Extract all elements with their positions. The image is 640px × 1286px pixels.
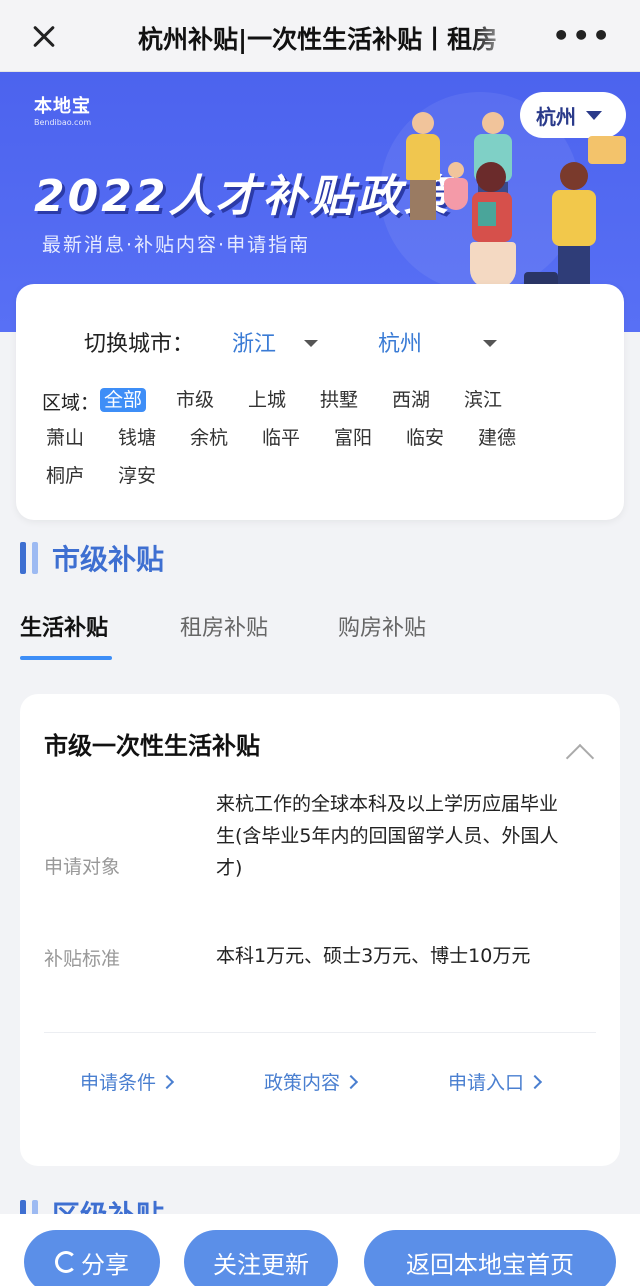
city-caret-icon[interactable]: [483, 340, 497, 347]
standard-value: 本科1万元、硕士3万元、博士10万元: [216, 945, 531, 967]
bottom-action-bar: 分享 关注更新 返回本地宝首页: [0, 1214, 640, 1286]
region-gongshu[interactable]: 拱墅: [320, 388, 358, 412]
caret-down-icon: [586, 110, 602, 120]
region-tonglu[interactable]: 桐庐: [46, 464, 84, 488]
region-linping[interactable]: 临平: [262, 426, 300, 450]
region-jiande[interactable]: 建德: [478, 426, 516, 450]
follow-updates-button[interactable]: 关注更新: [184, 1230, 338, 1286]
policy-content-link[interactable]: 政策内容: [264, 1068, 356, 1095]
banner-title: 2022人才补贴政策: [34, 171, 451, 222]
target-value: 来杭工作的全球本科及以上学历应届毕业生(含毕业5年内的回国留学人员、外国人才): [216, 793, 559, 879]
region-yuhang[interactable]: 余杭: [190, 426, 228, 450]
region-fuyang[interactable]: 富阳: [334, 426, 372, 450]
region-linan[interactable]: 临安: [406, 426, 444, 450]
active-tab-indicator: [20, 656, 112, 660]
tab-housing-subsidy[interactable]: 购房补贴: [338, 610, 426, 642]
banner-subtitle: 最新消息·补贴内容·申请指南: [42, 234, 311, 256]
switch-city-label: 切换城市：: [84, 332, 195, 357]
back-home-label: 返回本地宝首页: [406, 1250, 574, 1279]
city-selector[interactable]: 杭州: [520, 92, 626, 138]
region-qiantang[interactable]: 钱塘: [118, 426, 156, 450]
region-xihu[interactable]: 西湖: [392, 388, 430, 412]
filter-card: 切换城市： 浙江 杭州 区域： 全部 市级 上城 拱墅 西湖 滨江 萧山 钱塘 …: [16, 284, 624, 520]
logo-text: 本地宝: [34, 96, 91, 117]
more-icon[interactable]: •••: [552, 22, 612, 50]
city-select[interactable]: 杭州: [378, 326, 422, 358]
section-marker-light: [32, 542, 38, 574]
collapse-chevron-icon[interactable]: [565, 743, 595, 773]
back-home-button[interactable]: 返回本地宝首页: [364, 1230, 616, 1286]
share-button[interactable]: 分享: [24, 1230, 160, 1286]
close-icon[interactable]: [26, 18, 62, 54]
apply-conditions-link[interactable]: 申请条件: [80, 1068, 172, 1095]
province-caret-icon[interactable]: [304, 340, 318, 347]
region-label: 区域：: [42, 392, 100, 414]
follow-updates-label: 关注更新: [213, 1250, 309, 1279]
city-selector-label: 杭州: [536, 104, 576, 129]
region-all[interactable]: 全部: [100, 388, 147, 412]
region-chunan[interactable]: 淳安: [118, 464, 156, 488]
tab-living-subsidy[interactable]: 生活补贴: [20, 610, 108, 642]
standard-label: 补贴标准: [44, 948, 121, 970]
share-button-label: 分享: [81, 1250, 129, 1279]
divider: [44, 1032, 596, 1033]
region-city-level[interactable]: 市级: [176, 388, 214, 412]
subsidy-card-title: 市级一次性生活补贴: [44, 732, 260, 760]
region-xiaoshan[interactable]: 萧山: [46, 426, 84, 450]
page-title: 杭州补贴|一次性生活补贴丨租房: [138, 25, 498, 54]
region-binjiang[interactable]: 滨江: [464, 388, 502, 412]
section-marker: [20, 542, 26, 574]
region-shangcheng[interactable]: 上城: [248, 388, 286, 412]
apply-entry-link[interactable]: 申请入口: [448, 1068, 540, 1095]
share-icon: [55, 1251, 77, 1273]
province-select[interactable]: 浙江: [232, 326, 276, 358]
tab-rent-subsidy[interactable]: 租房补贴: [180, 610, 268, 642]
subsidy-card: 市级一次性生活补贴 申请对象 来杭工作的全球本科及以上学历应届毕业生(含毕业5年…: [20, 694, 620, 1166]
site-logo: 本地宝 Bendibao.com: [34, 92, 91, 127]
logo-domain: Bendibao.com: [34, 118, 92, 127]
section-title: 市级补贴: [52, 543, 165, 576]
top-nav-bar: 杭州补贴|一次性生活补贴丨租房 •••: [0, 0, 640, 72]
house-icon: [588, 136, 626, 164]
target-label: 申请对象: [44, 856, 121, 878]
